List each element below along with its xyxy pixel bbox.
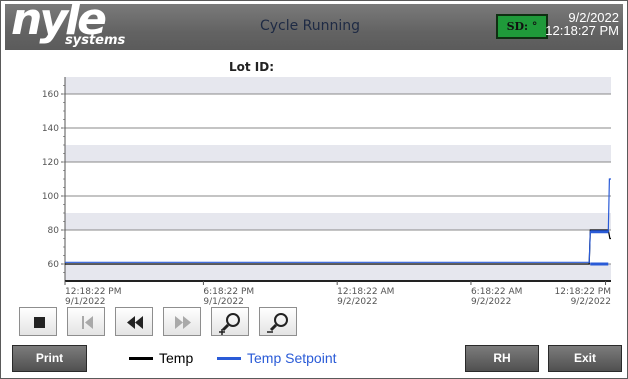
skip-start-button[interactable] bbox=[67, 307, 105, 336]
stop-button[interactable] bbox=[19, 307, 57, 336]
trend-chart-svg[interactable]: 160140120100806012:18:22 PM9/1/20226:18:… bbox=[1, 77, 628, 307]
chart-band bbox=[65, 213, 611, 230]
rewind-button[interactable] bbox=[115, 307, 153, 336]
hmi-screen: nyle systems Cycle Running SD: ° 9/2/202… bbox=[0, 0, 628, 379]
chart-band bbox=[65, 77, 611, 94]
chart-band bbox=[65, 145, 611, 162]
y-tick-label: 80 bbox=[48, 226, 60, 236]
header-bar: nyle systems Cycle Running SD: ° 9/2/202… bbox=[5, 0, 623, 50]
x-tick-date-label: 9/1/2022 bbox=[65, 297, 105, 307]
print-button[interactable]: Print bbox=[12, 345, 87, 372]
x-tick-date-label: 9/2/2022 bbox=[337, 297, 377, 307]
x-tick-time-label: 12:18:22 AM bbox=[337, 287, 394, 297]
stop-icon bbox=[34, 317, 45, 328]
x-tick-time-label: 6:18:22 AM bbox=[471, 287, 522, 297]
lot-id-label: Lot ID: bbox=[229, 60, 275, 74]
y-tick-label: 120 bbox=[42, 158, 59, 168]
x-tick-date-label: 9/1/2022 bbox=[203, 297, 243, 307]
x-tick-time-label: 12:18:22 PM bbox=[555, 287, 611, 297]
legend-setpoint-swatch bbox=[217, 357, 241, 360]
logo-sub-text: systems bbox=[65, 33, 126, 48]
zoom-out-button[interactable] bbox=[259, 307, 297, 336]
zoom-in-button[interactable] bbox=[211, 307, 249, 336]
zoom-out-icon bbox=[267, 313, 288, 333]
x-tick-time-label: 6:18:22 PM bbox=[203, 287, 254, 297]
chart-band bbox=[65, 264, 611, 281]
series-line-temp bbox=[65, 229, 611, 265]
exit-button[interactable]: Exit bbox=[548, 345, 622, 372]
y-tick-label: 60 bbox=[48, 260, 60, 270]
legend-setpoint-label: Temp Setpoint bbox=[247, 350, 337, 366]
fast-forward-button[interactable] bbox=[163, 307, 201, 336]
trend-chart[interactable]: 160 140 120 100 80 60 12:18:22 PM 9/1/2022 6:18:… bbox=[1, 77, 628, 307]
y-tick-label: 140 bbox=[42, 124, 59, 134]
zoom-in-icon bbox=[219, 313, 240, 335]
fast-forward-icon bbox=[175, 316, 191, 329]
x-tick-date-label: 9/2/2022 bbox=[571, 297, 611, 307]
y-tick-label: 100 bbox=[42, 192, 59, 202]
y-tick-label: 160 bbox=[42, 90, 59, 100]
skip-start-icon bbox=[82, 316, 93, 329]
rewind-icon bbox=[127, 316, 143, 329]
nyle-logo: nyle systems bbox=[11, 0, 126, 50]
x-tick-time-label: 12:18:22 PM bbox=[65, 287, 121, 297]
rh-button[interactable]: RH bbox=[465, 345, 539, 372]
page-title: Cycle Running bbox=[259, 18, 361, 34]
header-time: 12:18:27 PM bbox=[545, 23, 619, 38]
legend-temp-label: Temp bbox=[159, 350, 194, 366]
legend-temp-swatch bbox=[129, 357, 153, 360]
lot-id: Lot ID: bbox=[229, 60, 274, 74]
x-tick-date-label: 9/2/2022 bbox=[471, 297, 511, 307]
